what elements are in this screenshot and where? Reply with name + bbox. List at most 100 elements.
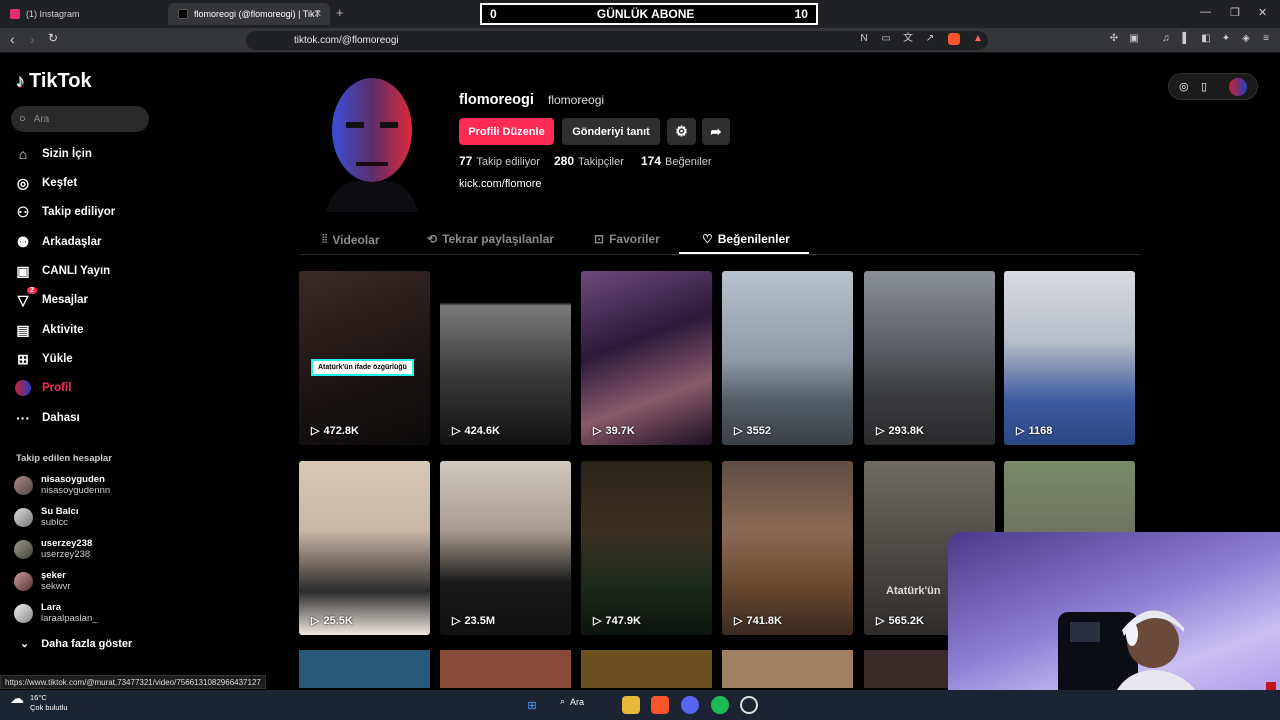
video-thumbnail[interactable]: ▷ 741.8K bbox=[722, 461, 853, 635]
browser-tab-instagram[interactable]: (1) Instagram bbox=[0, 3, 165, 25]
chevron-down-icon: ⌄ bbox=[20, 638, 30, 650]
share-profile-button[interactable]: ➦ bbox=[702, 118, 730, 145]
ai-icon[interactable]: ✦ bbox=[1220, 33, 1232, 45]
video-thumbnail[interactable]: ▷ 3552 bbox=[722, 271, 853, 445]
account-name: Lara bbox=[41, 602, 62, 613]
sidebar-item-label: Sizin İçin bbox=[42, 148, 92, 160]
sidebar-item-for-you[interactable]: ⌂ Sizin İçin bbox=[14, 144, 92, 164]
account-handle: laraalpaslan_ bbox=[41, 613, 98, 624]
followers-stat[interactable]: 280 Takipçiler bbox=[554, 154, 624, 168]
wallet-icon[interactable]: ◧ bbox=[1200, 33, 1212, 45]
play-icon: ▷ bbox=[311, 425, 320, 437]
followed-account[interactable]: userzey238 userzey238 bbox=[14, 538, 92, 560]
sidebar-item-live[interactable]: ▣ CANLI Yayın bbox=[14, 261, 110, 281]
tab-title: (1) Instagram bbox=[26, 9, 80, 19]
browser-tab-tiktok[interactable]: flomoreogi (@flomoreogi) | TikT ✕ bbox=[168, 3, 330, 25]
taskbar-search[interactable]: ⌕ Ara bbox=[560, 696, 584, 707]
screenshot-icon[interactable]: ▣ bbox=[1128, 33, 1140, 45]
account-name: Su Balcı bbox=[41, 506, 79, 517]
followed-account[interactable]: şeker sekwvr bbox=[14, 570, 71, 592]
sidebar-icon[interactable]: ▌ bbox=[1180, 33, 1192, 45]
sidebar-item-upload[interactable]: ⊞ Yükle bbox=[14, 349, 73, 369]
sidebar-item-friends[interactable]: ⚉ Arkadaşlar bbox=[14, 232, 102, 252]
settings-button[interactable]: ⚙ bbox=[667, 118, 696, 145]
discord-icon[interactable] bbox=[681, 696, 699, 714]
sidebar-item-activity[interactable]: ▤ Aktivite bbox=[14, 320, 83, 340]
following-stat[interactable]: 77 Takip ediliyor bbox=[459, 154, 540, 168]
reader-icon[interactable]: ▭ bbox=[880, 33, 892, 45]
avatar[interactable] bbox=[1229, 78, 1247, 96]
heart-icon: ♡ bbox=[702, 232, 713, 246]
followed-account[interactable]: Su Balcı sublcc bbox=[14, 506, 79, 528]
profile-nickname: flomoreogi bbox=[548, 93, 605, 107]
more-icon: ··· bbox=[16, 410, 30, 426]
followed-account[interactable]: nisasoyguden nisasoygudennn bbox=[14, 474, 110, 496]
reload-icon[interactable]: ↻ bbox=[48, 31, 58, 45]
share-page-icon[interactable]: ↗ bbox=[924, 33, 936, 45]
close-tab-icon[interactable]: ✕ bbox=[314, 9, 322, 20]
video-thumbnail[interactable]: Atatürk'ün ifade özgürlüğü ▷ 472.8K bbox=[299, 271, 430, 445]
tiktok-logo[interactable]: ♪ TikTok bbox=[16, 70, 92, 93]
profile-avatar[interactable] bbox=[316, 70, 428, 212]
menu-icon[interactable]: ≡ bbox=[1260, 33, 1272, 45]
show-more-button[interactable]: ⌄ Daha fazla göster bbox=[20, 637, 132, 651]
video-thumbnail[interactable]: ▷ 1168 bbox=[1004, 271, 1135, 445]
sidebar-item-following[interactable]: ⚇ Takip ediliyor bbox=[14, 202, 116, 222]
video-thumbnail[interactable]: ▷ 424.6K bbox=[440, 271, 571, 445]
vpn-icon[interactable]: ◈ bbox=[1240, 33, 1252, 45]
video-thumbnail[interactable]: ▷ 25.5K bbox=[299, 461, 430, 635]
music-icon[interactable]: ♫ bbox=[1160, 33, 1172, 45]
minimize-icon[interactable]: — bbox=[1200, 6, 1211, 18]
video-thumbnail[interactable]: ▷ 39.7K bbox=[581, 271, 712, 445]
video-thumbnail[interactable] bbox=[581, 650, 712, 688]
app-icon[interactable] bbox=[740, 696, 758, 714]
brave-icon[interactable] bbox=[948, 33, 960, 45]
followed-account[interactable]: Lara laraalpaslan_ bbox=[14, 602, 98, 624]
back-icon[interactable]: ‹ bbox=[10, 31, 15, 47]
bio-link[interactable]: kick.com/flomore bbox=[459, 178, 542, 190]
video-thumbnail[interactable] bbox=[299, 650, 430, 688]
coins-icon[interactable]: ◎ bbox=[1179, 80, 1189, 93]
rewards-icon[interactable]: ▲ bbox=[972, 33, 984, 45]
forward-icon[interactable]: › bbox=[30, 31, 35, 47]
puzzle-icon[interactable]: ✣ bbox=[1108, 33, 1120, 45]
brave-browser-icon[interactable] bbox=[651, 696, 669, 714]
video-thumbnail[interactable]: ▷ 293.8K bbox=[864, 271, 995, 445]
search-input[interactable]: ○ Ara bbox=[11, 106, 149, 132]
promote-post-button[interactable]: Gönderiyi tanıt bbox=[562, 118, 660, 145]
video-thumbnail[interactable] bbox=[722, 650, 853, 688]
close-window-icon[interactable]: ✕ bbox=[1258, 6, 1267, 19]
sidebar-item-messages[interactable]: ▽ 2 Mesajlar bbox=[14, 287, 88, 310]
file-explorer-icon[interactable] bbox=[622, 696, 640, 714]
sidebar-item-profile[interactable]: Profil bbox=[14, 378, 71, 398]
sidebar-item-more[interactable]: ··· Dahası bbox=[14, 408, 80, 428]
following-label: Takip ediliyor bbox=[476, 156, 540, 168]
overlay-title: GÜNLÜK ABONE bbox=[596, 7, 695, 21]
tab-divider bbox=[300, 254, 1140, 255]
weather-icon: ☁ bbox=[10, 690, 24, 706]
tab-videos[interactable]: ⦙⦙ Videolar bbox=[322, 232, 380, 247]
video-thumbnail[interactable]: ▷ 747.9K bbox=[581, 461, 712, 635]
upload-icon: ⊞ bbox=[17, 350, 29, 367]
tab-liked[interactable]: ♡ Beğenilenler bbox=[702, 232, 790, 246]
edit-profile-button[interactable]: Profili Düzenle bbox=[459, 118, 554, 145]
friends-icon: ⚉ bbox=[16, 233, 30, 250]
video-thumbnail[interactable] bbox=[440, 650, 571, 688]
extension-icon[interactable]: N bbox=[858, 33, 870, 45]
messages-badge: 2 bbox=[27, 287, 37, 294]
translate-icon[interactable]: 文 bbox=[902, 33, 914, 45]
new-tab-icon[interactable]: + bbox=[336, 5, 344, 20]
restore-icon[interactable]: ❐ bbox=[1230, 6, 1240, 19]
mobile-icon[interactable]: ▯ bbox=[1201, 80, 1207, 93]
weather-widget[interactable]: ☁ 16°C Çok bulutlu bbox=[10, 690, 68, 713]
video-thumbnail[interactable]: ▷ 23.5M bbox=[440, 461, 571, 635]
following-icon: ⚇ bbox=[16, 203, 30, 220]
view-count-value: 741.8K bbox=[746, 614, 782, 627]
tab-reposts[interactable]: ⟲ Tekrar paylaşılanlar bbox=[427, 232, 554, 246]
url-field[interactable]: tiktok.com/@flomoreogi bbox=[246, 31, 988, 50]
spotify-icon[interactable] bbox=[711, 696, 729, 714]
windows-start-icon[interactable]: ⊞ bbox=[523, 696, 541, 714]
sidebar-item-explore[interactable]: ◎ Keşfet bbox=[14, 173, 77, 193]
tab-favorites[interactable]: ⊡ Favoriler bbox=[594, 232, 660, 246]
activity-icon: ▤ bbox=[16, 321, 30, 338]
